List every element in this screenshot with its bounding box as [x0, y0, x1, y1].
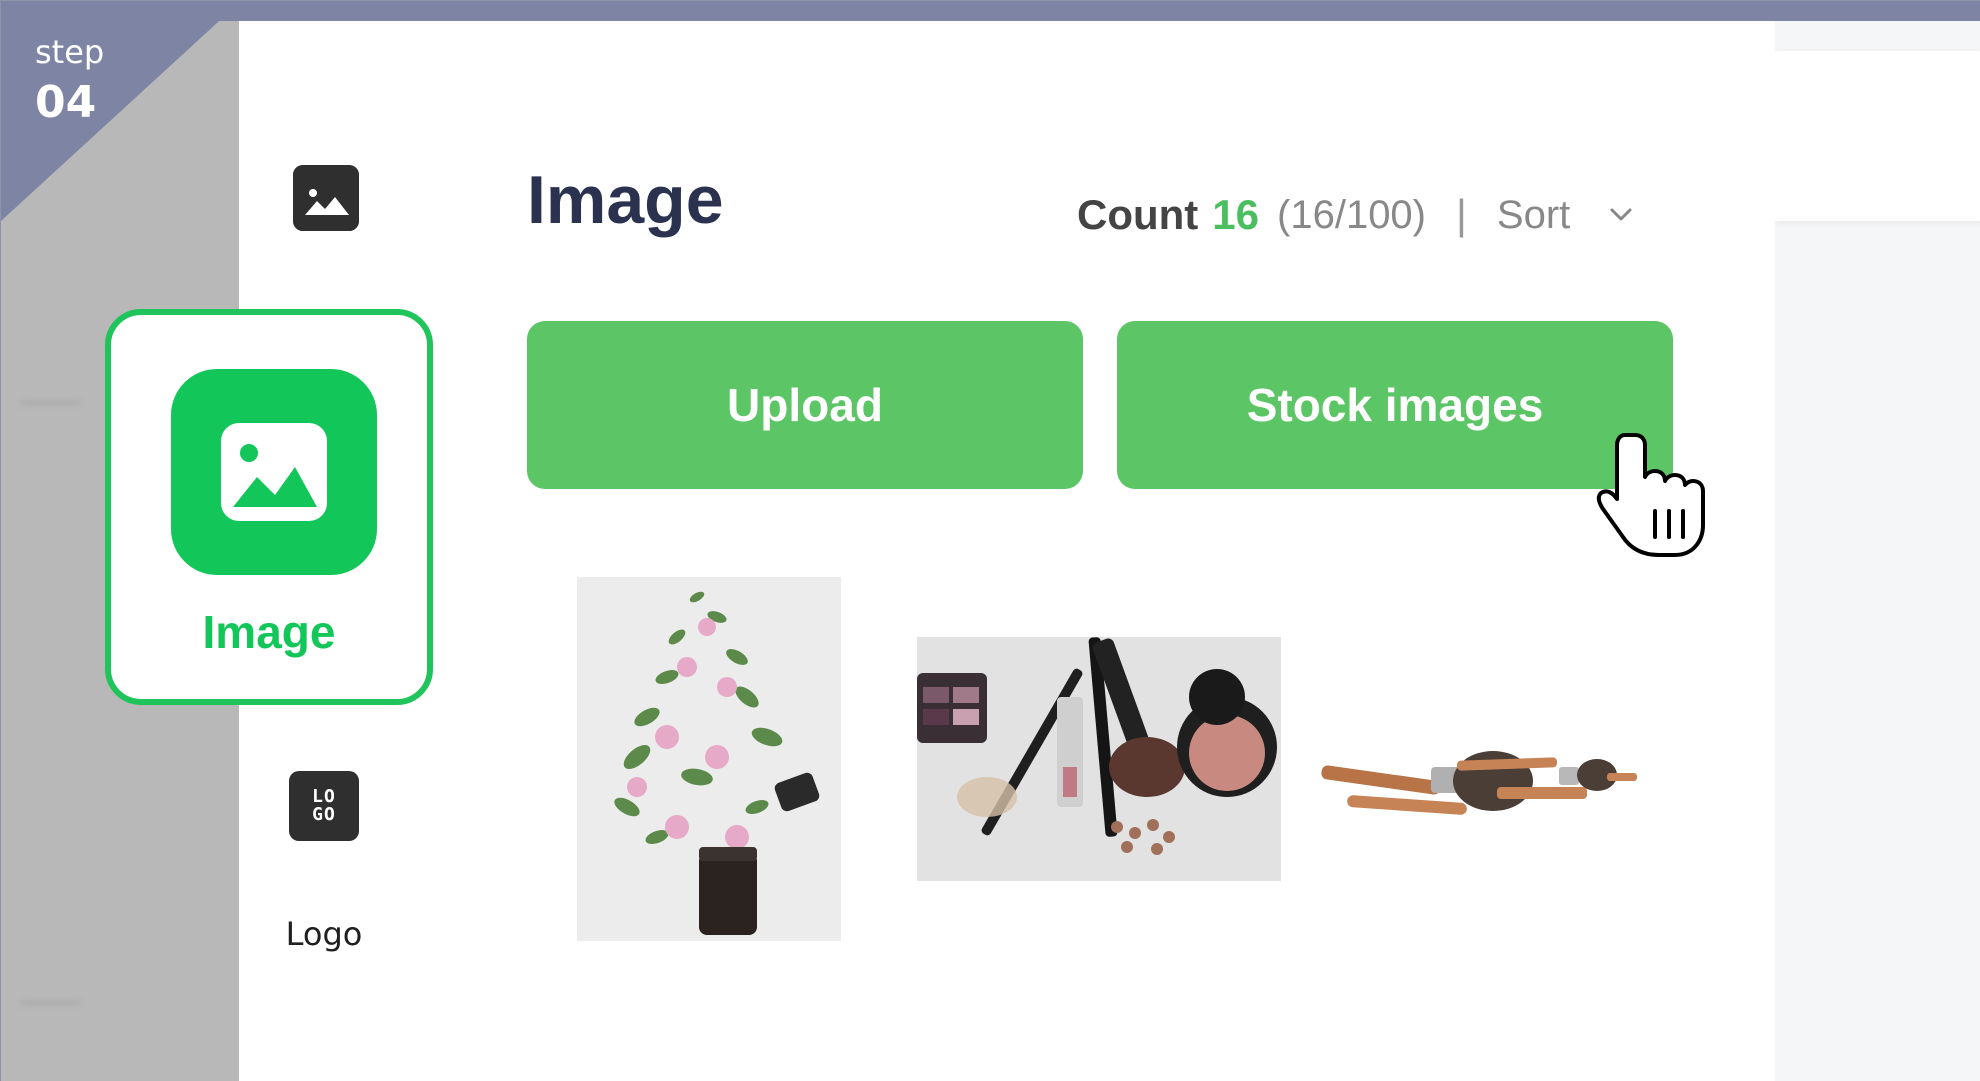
- sidebar-logo-label[interactable]: Logo: [239, 915, 409, 953]
- background-blur-line: [21, 401, 81, 405]
- sidebar-image-icon[interactable]: [293, 165, 359, 231]
- upload-button[interactable]: Upload: [527, 321, 1083, 489]
- image-icon: [171, 369, 377, 575]
- sidebar-item-image-highlighted[interactable]: Image: [105, 309, 433, 705]
- step-label: step: [35, 33, 105, 71]
- image-panel: LO GO Logo Image Count 16 (16/100) | Sor…: [239, 21, 1775, 1081]
- sidebar-logo-icon[interactable]: LO GO: [289, 771, 359, 841]
- makeup-brushes-thumbnail[interactable]: [1307, 681, 1671, 881]
- count-ratio: (16/100): [1277, 192, 1426, 237]
- top-border-strip: [1, 1, 1980, 21]
- stock-images-button[interactable]: Stock images: [1117, 321, 1673, 489]
- makeup-palette-thumbnail[interactable]: [917, 637, 1281, 881]
- image-icon: [293, 165, 359, 231]
- count-value: 16: [1212, 191, 1260, 238]
- sort-dropdown-label[interactable]: Sort: [1497, 193, 1570, 238]
- separator: |: [1456, 191, 1467, 238]
- screenshot-frame: step 04 LO GO Logo Image Count 16 (16/10…: [0, 0, 1980, 1081]
- flowers-and-jar-image: [577, 577, 841, 941]
- makeup-palette-image: [917, 637, 1281, 881]
- background-blur-line: [21, 1001, 81, 1005]
- chevron-down-icon[interactable]: [1606, 200, 1636, 230]
- background-right-header: [1775, 51, 1980, 221]
- hand-pointer-cursor-icon: [1596, 433, 1705, 557]
- step-number: 04: [35, 77, 97, 128]
- count-bar: Count 16 (16/100) | Sort: [1077, 191, 1636, 239]
- logo-icon: LO GO: [289, 771, 359, 841]
- makeup-brushes-image: [1307, 681, 1671, 881]
- flowers-and-jar-thumbnail[interactable]: [577, 577, 841, 941]
- sidebar-item-image-label: Image: [202, 606, 336, 658]
- logo-icon-text-bottom: GO: [312, 804, 336, 825]
- page-title: Image: [527, 162, 724, 238]
- image-icon-glyph: [221, 423, 327, 521]
- count-label: Count: [1077, 191, 1199, 238]
